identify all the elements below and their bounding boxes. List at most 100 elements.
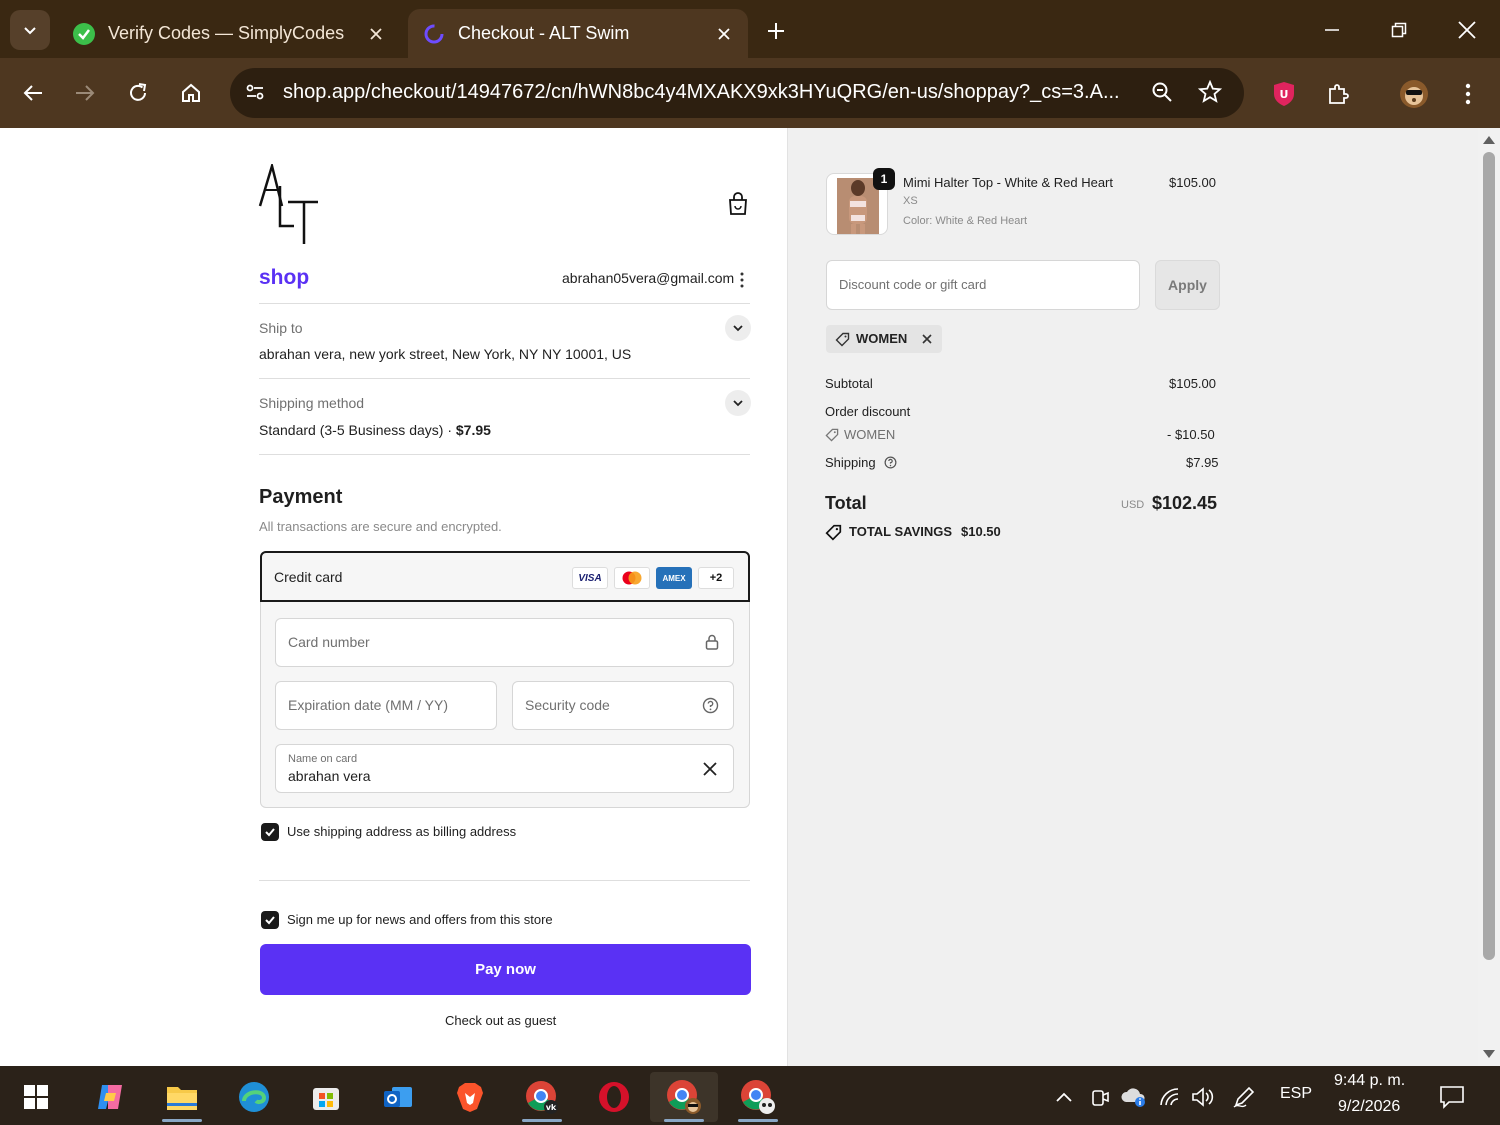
taskbar-opera[interactable]	[586, 1072, 642, 1122]
account-menu-icon[interactable]	[740, 272, 744, 288]
close-tab-icon[interactable]	[714, 24, 734, 44]
restore-button[interactable]	[1376, 12, 1422, 48]
more-brands-badge: +2	[698, 567, 734, 589]
clock-date[interactable]: 9/2/2026	[1338, 1098, 1400, 1116]
kebab-menu-icon	[1465, 83, 1471, 105]
subtotal-label: Subtotal	[825, 376, 873, 391]
tray-network[interactable]	[1156, 1083, 1184, 1111]
billing-address-label: Use shipping address as billing address	[287, 824, 517, 839]
close-icon	[1458, 21, 1476, 39]
clock-time[interactable]: 9:44 p. m.	[1334, 1072, 1405, 1090]
name-on-card-value: abrahan vera	[288, 768, 371, 784]
tag-icon	[835, 332, 850, 347]
lock-icon	[705, 634, 719, 650]
running-indicator	[162, 1119, 202, 1122]
tab-simplycodes[interactable]: Verify Codes — SimplyCodes	[58, 9, 400, 58]
close-tab-icon[interactable]	[366, 24, 386, 44]
taskbar-outlook[interactable]	[370, 1072, 426, 1122]
name-on-card-input[interactable]: Name on card abrahan vera	[275, 744, 734, 793]
chrome-icon: vk	[525, 1080, 559, 1114]
card-number-input[interactable]: Card number	[275, 618, 734, 667]
taskbar-chrome-profile-3[interactable]	[730, 1072, 786, 1122]
forward-button[interactable]	[66, 74, 104, 112]
scrollbar-thumb[interactable]	[1483, 152, 1495, 960]
taskbar-chrome-profile-1[interactable]: vk	[514, 1072, 570, 1122]
show-hidden-icons-button[interactable]	[1050, 1083, 1078, 1111]
reload-icon	[127, 82, 149, 104]
taskbar-edge[interactable]	[226, 1072, 282, 1122]
keyboard-language[interactable]: ESP	[1280, 1085, 1312, 1103]
wifi-icon	[1159, 1087, 1181, 1107]
opera-icon	[597, 1080, 631, 1114]
folder-icon	[166, 1083, 198, 1111]
payment-subtitle: All transactions are secure and encrypte…	[259, 519, 502, 534]
subtotal-value: $105.00	[1169, 376, 1216, 391]
page-scrollbar[interactable]	[1478, 128, 1500, 1066]
clear-icon[interactable]	[703, 762, 717, 776]
minimize-button[interactable]	[1309, 12, 1355, 48]
help-circle-icon[interactable]	[702, 697, 719, 714]
mastercard-badge	[614, 567, 650, 589]
total-value: $102.45	[1152, 493, 1218, 513]
divider	[259, 454, 750, 455]
close-window-button[interactable]	[1444, 12, 1490, 48]
taskbar-file-explorer[interactable]	[154, 1072, 210, 1122]
security-code-input[interactable]: Security code	[512, 681, 734, 730]
name-on-card-label: Name on card	[288, 753, 358, 765]
shipping-method-expand-button[interactable]	[725, 390, 751, 416]
tray-onedrive[interactable]	[1120, 1083, 1148, 1111]
scroll-down-arrow-icon[interactable]	[1483, 1050, 1495, 1058]
total-savings-value: $10.50	[961, 524, 1001, 539]
back-button[interactable]	[14, 74, 52, 112]
tab-search-button[interactable]	[10, 10, 50, 50]
pay-now-button[interactable]: Pay now	[260, 944, 751, 995]
chevron-down-icon	[732, 397, 744, 409]
ship-to-expand-button[interactable]	[725, 315, 751, 341]
expiration-date-input[interactable]: Expiration date (MM / YY)	[275, 681, 497, 730]
tray-volume[interactable]	[1190, 1083, 1218, 1111]
product-price: $105.00	[1169, 175, 1216, 190]
taskbar-brave[interactable]	[442, 1072, 498, 1122]
speaker-icon	[1191, 1086, 1217, 1108]
cart-bag-icon[interactable]	[727, 192, 749, 216]
alt-swim-logo	[258, 164, 322, 246]
taskbar-chrome-profile-2[interactable]	[650, 1072, 718, 1122]
browser-menu-button[interactable]	[1452, 78, 1484, 110]
remove-code-icon[interactable]	[922, 334, 932, 344]
newsletter-checkbox[interactable]	[261, 911, 279, 929]
tray-meet-now[interactable]	[1086, 1083, 1114, 1111]
new-tab-button[interactable]	[760, 16, 792, 46]
discount-amount: - $10.50	[1167, 427, 1215, 442]
tab-checkout[interactable]: Checkout - ALT Swim	[408, 9, 748, 58]
outlook-icon	[382, 1081, 414, 1113]
apply-discount-button[interactable]: Apply	[1155, 260, 1220, 310]
billing-address-checkbox[interactable]	[261, 823, 279, 841]
help-circle-icon[interactable]	[884, 456, 897, 469]
profile-avatar[interactable]	[1398, 78, 1430, 110]
svg-text:vk: vk	[546, 1103, 557, 1112]
home-button[interactable]	[172, 74, 210, 112]
divider	[259, 303, 750, 304]
tray-pen[interactable]	[1230, 1083, 1258, 1111]
pen-icon	[1232, 1085, 1256, 1109]
taskbar-store[interactable]	[298, 1072, 354, 1122]
taskbar-copilot[interactable]	[82, 1072, 138, 1122]
address-bar[interactable]: shop.app/checkout/14947672/cn/hWN8bc4y4M…	[230, 68, 1244, 118]
home-icon	[180, 82, 202, 104]
zoom-icon[interactable]	[1150, 80, 1174, 104]
bookmark-star-icon[interactable]	[1198, 80, 1222, 104]
start-button[interactable]	[8, 1072, 64, 1122]
credit-card-label: Credit card	[274, 569, 343, 585]
scroll-up-arrow-icon[interactable]	[1483, 136, 1495, 144]
product-name: Mimi Halter Top - White & Red Heart	[903, 175, 1113, 190]
ublock-extension-button[interactable]: U	[1268, 78, 1300, 110]
extensions-button[interactable]	[1322, 78, 1354, 110]
shipping-method-price: $7.95	[455, 422, 491, 438]
notifications-button[interactable]	[1438, 1083, 1466, 1111]
divider	[259, 880, 750, 881]
site-info-icon[interactable]	[244, 81, 266, 103]
reload-button[interactable]	[119, 74, 157, 112]
cloud-info-icon	[1121, 1086, 1147, 1108]
guest-checkout-link[interactable]: Check out as guest	[445, 1013, 556, 1028]
discount-code-input[interactable]: Discount code or gift card	[826, 260, 1140, 310]
